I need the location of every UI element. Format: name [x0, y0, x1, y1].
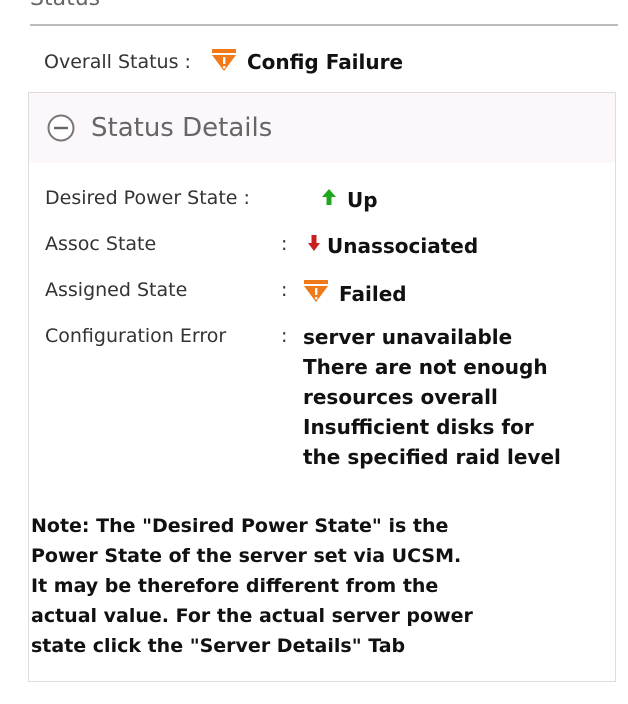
- overall-status-row: Overall Status : Config Failure: [44, 48, 403, 76]
- configuration-error-separator: :: [281, 325, 288, 347]
- arrow-up-icon: [321, 187, 337, 212]
- note-line: Power State of the server set via UCSM.: [31, 545, 462, 567]
- assigned-state-row: Assigned State : Failed: [45, 279, 407, 308]
- assigned-state-value: Failed: [339, 281, 407, 306]
- section-title: Status: [30, 0, 100, 11]
- overall-status-label: Overall Status :: [44, 51, 191, 73]
- assoc-state-row: Assoc State : Unassociated: [45, 233, 478, 258]
- arrow-down-icon: [307, 233, 321, 258]
- power-state-note: Note: The "Desired Power State" is the P…: [31, 511, 591, 661]
- collapse-icon[interactable]: [47, 114, 75, 142]
- assigned-state-label: Assigned State: [45, 279, 188, 301]
- section-divider: [30, 24, 618, 26]
- note-line: Note: The "Desired Power State" is the: [31, 515, 449, 537]
- configuration-error-value: server unavailable There are not enough …: [303, 322, 561, 472]
- assoc-state-value-wrap: Unassociated: [307, 233, 478, 258]
- status-details-title: Status Details: [91, 113, 273, 143]
- assoc-state-separator: :: [281, 233, 288, 255]
- status-page: Status Overall Status : Config Failure S…: [0, 0, 628, 704]
- configuration-error-row: Configuration Error : server unavailable…: [45, 325, 561, 472]
- assoc-state-value: Unassociated: [327, 233, 479, 258]
- configuration-error-line: server unavailable: [303, 325, 513, 349]
- configuration-error-line: the specified raid level: [303, 445, 561, 469]
- desired-power-state-label: Desired Power State :: [45, 187, 250, 209]
- assigned-state-value-wrap: Failed: [303, 279, 407, 308]
- desired-power-state-value: Up: [347, 187, 378, 212]
- configuration-error-line: resources overall: [303, 385, 498, 409]
- overall-status-value: Config Failure: [246, 50, 404, 74]
- warning-icon: [211, 48, 237, 76]
- configuration-error-line: Insufficient disks for: [303, 415, 534, 439]
- note-line: It may be therefore different from the: [31, 575, 439, 597]
- status-details-header[interactable]: Status Details: [29, 93, 615, 163]
- configuration-error-label: Configuration Error: [45, 325, 227, 347]
- assigned-state-separator: :: [281, 279, 288, 301]
- desired-power-state-row: Desired Power State : Up: [45, 187, 378, 212]
- status-details-panel: Status Details Desired Power State : Up …: [28, 92, 616, 682]
- note-line: state click the "Server Details" Tab: [31, 635, 406, 657]
- note-line: actual value. For the actual server powe…: [31, 605, 473, 627]
- desired-power-state-value-wrap: Up: [321, 187, 378, 212]
- assoc-state-label: Assoc State: [45, 233, 157, 255]
- warning-icon: [303, 279, 329, 308]
- configuration-error-line: There are not enough: [303, 355, 548, 379]
